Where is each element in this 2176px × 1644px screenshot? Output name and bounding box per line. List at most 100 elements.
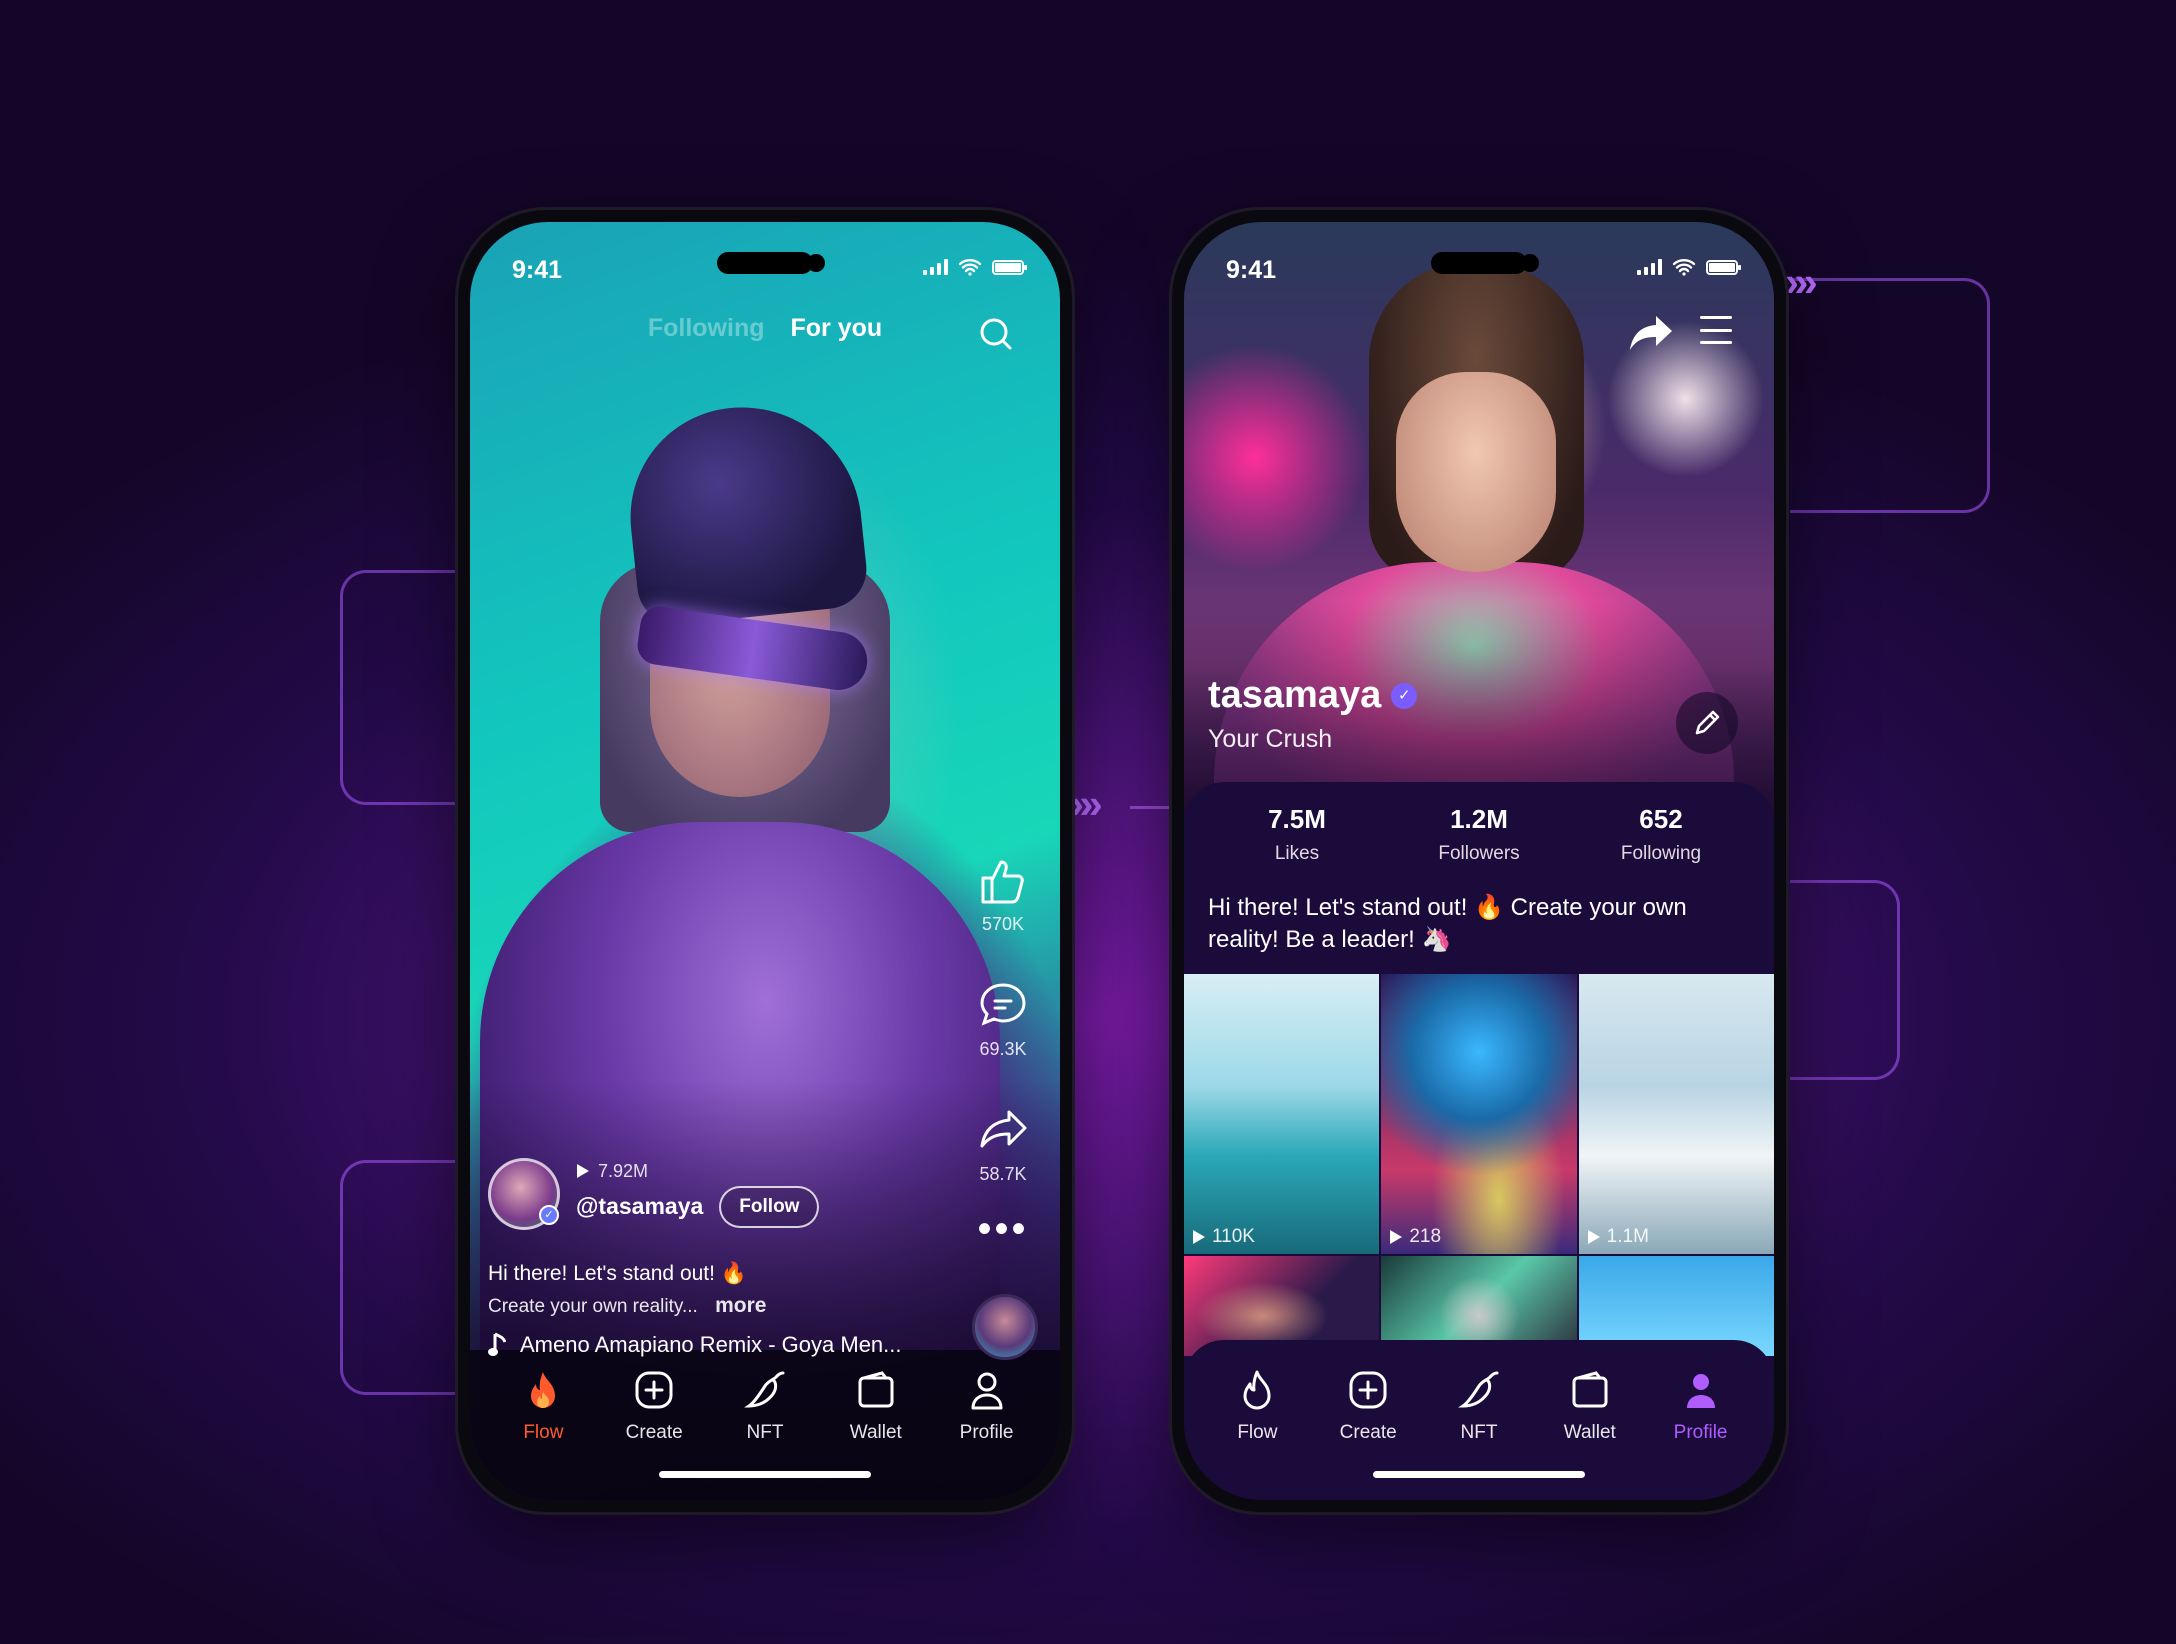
tab-flow[interactable]: Flow — [498, 1368, 588, 1500]
more-link[interactable]: more — [715, 1294, 766, 1317]
play-icon — [1587, 1230, 1600, 1244]
avatar[interactable]: ✓ — [488, 1158, 560, 1230]
profile-username: tasamaya — [1208, 674, 1382, 716]
menu-icon[interactable] — [1700, 316, 1732, 344]
tab-following[interactable]: Following — [648, 314, 765, 343]
views-value: 110K — [1212, 1226, 1255, 1247]
chevrons-decoration: »» — [1070, 780, 1103, 827]
share-arrow-icon — [980, 1110, 1027, 1148]
circuit-decoration — [1790, 278, 1990, 513]
views-value: 1.1M — [1606, 1226, 1649, 1247]
tab-for-you[interactable]: For you — [790, 314, 882, 343]
tab-profile[interactable]: Profile — [1656, 1368, 1746, 1500]
status-icons — [1637, 258, 1741, 276]
status-time: 9:41 — [512, 256, 563, 284]
circuit-decoration — [340, 1160, 470, 1395]
video-thumbnail[interactable]: 1.1M — [1578, 974, 1774, 1254]
tab-nft[interactable]: NFT — [1434, 1368, 1524, 1500]
tab-wallet[interactable]: Wallet — [831, 1368, 921, 1500]
caption-line-2: Create your own reality... more — [488, 1294, 766, 1318]
user-icon — [1686, 1374, 1715, 1408]
tab-create[interactable]: Create — [609, 1368, 699, 1500]
creator-handle[interactable]: @tasamaya — [576, 1193, 703, 1220]
like-count: 570K — [981, 914, 1025, 934]
signal-icon — [1637, 259, 1662, 275]
share-count: 58.7K — [979, 1164, 1027, 1184]
wallet-icon — [1572, 1371, 1608, 1408]
phone-feed: 9:41 Following For you 570K 69.3K 58.7K — [458, 210, 1072, 1512]
wifi-icon — [1672, 259, 1696, 276]
profile-screen: 9:41 tasamaya ✓ Your Crush 7.5M Likes 1.… — [1184, 222, 1774, 1500]
like-button[interactable]: 570K — [975, 852, 1031, 977]
pepper-icon — [744, 1371, 785, 1408]
profile-subtitle: Your Crush — [1208, 725, 1333, 753]
phone-profile: 9:41 tasamaya ✓ Your Crush 7.5M Likes 1.… — [1172, 210, 1786, 1512]
stat-label: Likes — [1274, 843, 1320, 864]
verified-icon: ✓ — [539, 1205, 559, 1225]
caption-text: Create your own reality... — [488, 1296, 698, 1317]
signal-icon — [923, 259, 948, 275]
front-camera — [807, 254, 825, 272]
stat-followers[interactable]: 1.2M Followers — [1404, 804, 1554, 865]
pepper-icon — [1458, 1371, 1499, 1408]
stat-label: Following — [1620, 843, 1702, 864]
tab-profile[interactable]: Profile — [942, 1368, 1032, 1500]
creator-info: ✓ 7.92M @tasamaya Follow — [488, 1158, 820, 1230]
home-indicator[interactable] — [1373, 1471, 1585, 1478]
play-icon — [577, 1164, 589, 1178]
feed-screen: 9:41 Following For you 570K 69.3K 58.7K — [470, 222, 1060, 1500]
stat-label: Followers — [1438, 843, 1520, 864]
tab-label: Create — [1339, 1422, 1397, 1443]
pencil-icon — [1695, 710, 1720, 735]
tab-wallet[interactable]: Wallet — [1545, 1368, 1635, 1500]
home-indicator[interactable] — [659, 1471, 871, 1478]
video-grid: 110K 218 1.1M — [1184, 974, 1774, 1356]
tab-label: Flow — [523, 1422, 564, 1443]
profile-name: tasamaya ✓ — [1208, 674, 1418, 717]
flame-icon — [531, 1372, 556, 1408]
view-count: 7.92M — [576, 1161, 819, 1182]
more-options-icon[interactable]: ••• — [977, 1209, 1028, 1249]
circuit-line — [1130, 806, 1170, 809]
front-camera — [1521, 254, 1539, 272]
profile-stats: 7.5M Likes 1.2M Followers 652 Following — [1184, 804, 1774, 865]
search-icon[interactable] — [978, 316, 1014, 352]
verified-icon: ✓ — [1391, 682, 1418, 709]
caption-line-1: Hi there! Let's stand out! 🔥 — [488, 1262, 747, 1285]
tab-flow[interactable]: Flow — [1212, 1368, 1302, 1500]
battery-icon — [1706, 259, 1741, 275]
profile-bio: Hi there! Let's stand out! 🔥 Create your… — [1208, 894, 1687, 953]
stat-following[interactable]: 652 Following — [1586, 804, 1736, 865]
tab-nft[interactable]: NFT — [720, 1368, 810, 1500]
stat-value: 1.2M — [1450, 804, 1508, 834]
thumbnail-views: 110K — [1192, 1226, 1255, 1248]
stat-value: 652 — [1639, 804, 1683, 834]
cover-figure-face — [1396, 372, 1556, 572]
tab-label: Profile — [1673, 1422, 1728, 1443]
comment-count: 69.3K — [979, 1039, 1027, 1059]
tab-create[interactable]: Create — [1323, 1368, 1413, 1500]
tab-label: Create — [625, 1422, 683, 1443]
circuit-decoration — [340, 570, 470, 805]
video-thumbnail[interactable]: 218 — [1381, 974, 1577, 1254]
video-thumbnail[interactable]: 110K — [1184, 974, 1380, 1254]
share-icon[interactable] — [1628, 310, 1674, 356]
comment-button[interactable]: 69.3K — [975, 977, 1031, 1102]
comment-icon — [980, 983, 1026, 1026]
chevrons-decoration: »» — [1785, 258, 1818, 305]
views-value: 7.92M — [598, 1160, 649, 1181]
thumbnail-views: 1.1M — [1587, 1226, 1649, 1248]
dynamic-island — [717, 252, 813, 274]
edit-profile-button[interactable] — [1676, 692, 1738, 754]
tab-label: NFT — [746, 1422, 784, 1443]
wifi-icon — [958, 259, 982, 276]
follow-button[interactable]: Follow — [719, 1185, 820, 1228]
thumbs-up-icon — [981, 860, 1024, 904]
play-icon — [1193, 1230, 1205, 1244]
user-icon — [971, 1372, 1003, 1410]
play-icon — [1390, 1230, 1403, 1244]
wallet-icon — [858, 1371, 894, 1408]
stat-likes[interactable]: 7.5M Likes — [1222, 804, 1372, 865]
plus-square-icon — [1349, 1371, 1387, 1409]
plus-square-icon — [635, 1371, 673, 1409]
